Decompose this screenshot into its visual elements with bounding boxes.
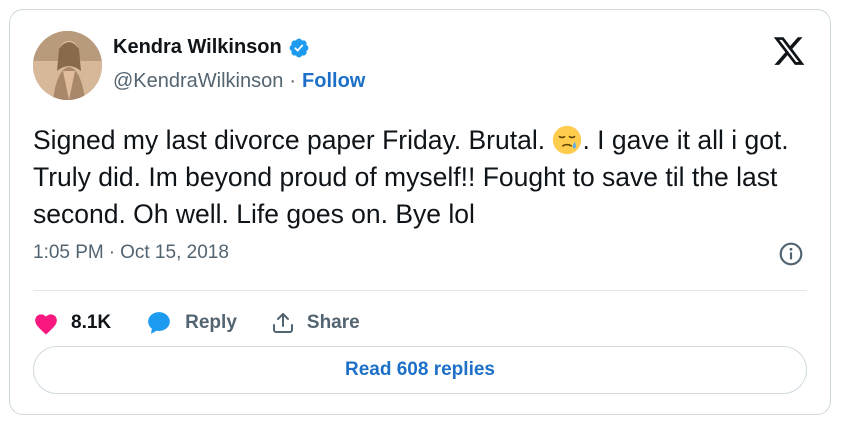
read-replies-button[interactable]: Read 608 replies <box>33 346 807 394</box>
timestamp-separator: · <box>108 242 116 263</box>
author-name[interactable]: Kendra Wilkinson <box>113 36 282 59</box>
share-button[interactable]: Share <box>271 311 360 335</box>
reply-label: Reply <box>185 312 237 333</box>
reply-button[interactable]: Reply <box>145 310 237 336</box>
tweet-text-part-1: Signed my last divorce paper Friday. Bru… <box>33 125 553 155</box>
verified-badge-icon <box>289 38 309 57</box>
author-handle-row: @KendraWilkinson · Follow <box>113 70 365 93</box>
author-handle[interactable]: @KendraWilkinson <box>113 70 283 93</box>
avatar[interactable] <box>33 31 102 100</box>
like-count: 8.1K <box>71 312 112 333</box>
timestamp[interactable]: 1:05 PM · Oct 15, 2018 <box>33 242 229 264</box>
reply-bubble-icon <box>148 312 170 334</box>
tweet-date[interactable]: Oct 15, 2018 <box>120 242 229 264</box>
info-icon[interactable] <box>778 241 804 267</box>
divider <box>33 290 807 291</box>
handle-separator: · <box>289 70 297 92</box>
tweet-card: Kendra Wilkinson @KendraWilkinson · Foll… <box>9 9 831 415</box>
sad-tear-emoji-icon <box>553 125 582 155</box>
x-logo-icon[interactable] <box>772 34 806 68</box>
action-bar: 8.1K Reply Share <box>33 310 394 336</box>
share-label: Share <box>306 312 360 333</box>
heart-icon <box>35 314 57 335</box>
follow-button[interactable]: Follow <box>302 70 365 93</box>
tweet-time[interactable]: 1:05 PM <box>33 242 104 264</box>
share-upload-icon <box>272 313 293 333</box>
author-name-row: Kendra Wilkinson <box>113 36 310 59</box>
like-button[interactable]: 8.1K <box>33 311 111 335</box>
read-replies-label: Read 608 replies <box>345 359 495 380</box>
tweet-text: Signed my last divorce paper Friday. Bru… <box>33 122 813 233</box>
